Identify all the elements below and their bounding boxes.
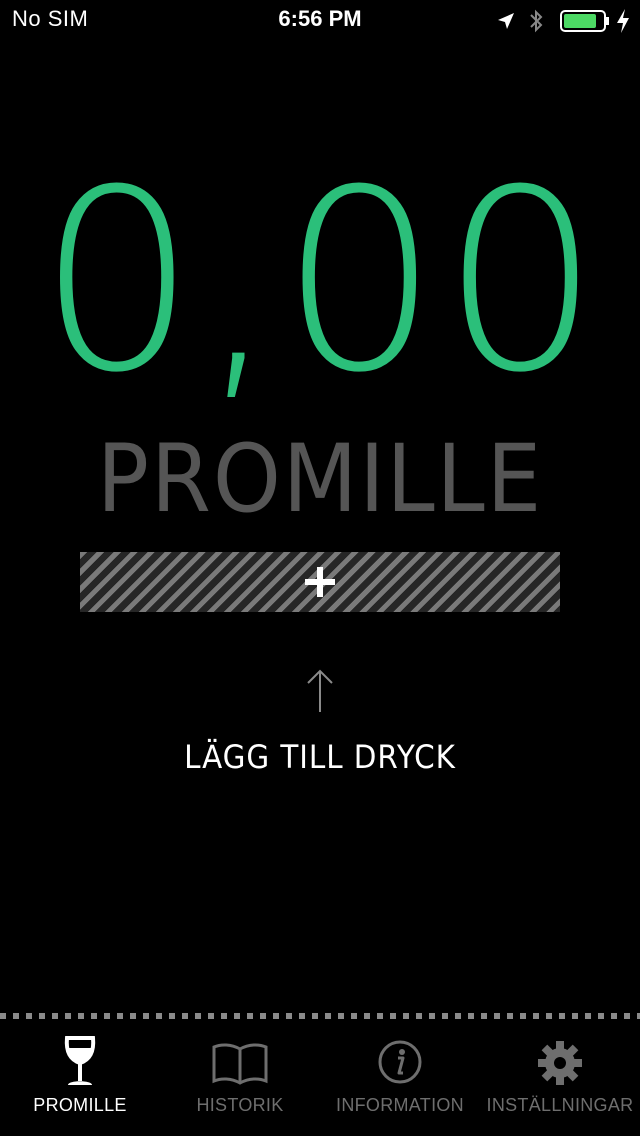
tab-historik-label: HISTORIK [196, 1095, 284, 1115]
arrow-up-icon [307, 669, 333, 712]
bac-reading: 0,00 [0, 152, 640, 422]
plus-icon [305, 567, 335, 597]
status-time: 6:56 PM [278, 6, 362, 31]
gear-icon [538, 1041, 582, 1085]
tab-promille-label: PROMILLE [33, 1095, 127, 1115]
tab-information-label: INFORMATION [336, 1095, 464, 1115]
add-drink-button[interactable] [80, 552, 560, 612]
status-bar: No SIM 6:56 PM [0, 0, 640, 40]
book-icon [212, 1043, 268, 1085]
charging-bolt-icon [617, 9, 629, 33]
wine-glass-icon [64, 1036, 96, 1085]
bac-value: 0,00 [37, 136, 603, 427]
tab-bar: PROMILLE HISTORIK INFORMATION INSTÄLLNIN… [0, 1019, 640, 1136]
location-arrow-icon [498, 13, 514, 29]
add-drink-hint: LÄGG TILL DRYCK [184, 738, 456, 776]
battery-icon [560, 10, 609, 32]
tab-installningar-label: INSTÄLLNINGAR [486, 1095, 634, 1115]
tab-promille[interactable]: PROMILLE [0, 1019, 160, 1136]
tab-information[interactable]: INFORMATION [320, 1019, 480, 1136]
tab-installningar[interactable]: INSTÄLLNINGAR [480, 1019, 640, 1136]
bluetooth-icon [530, 9, 543, 33]
info-icon [378, 1040, 422, 1084]
unit-label: PROMILLE [96, 425, 544, 534]
tab-historik[interactable]: HISTORIK [160, 1019, 320, 1136]
